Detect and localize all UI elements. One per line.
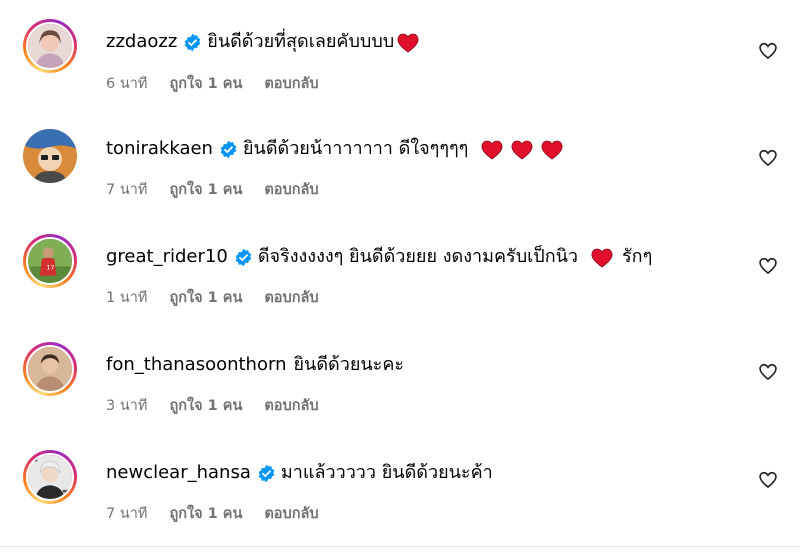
comment-timestamp[interactable]: 7 นาที — [106, 182, 147, 198]
red-heart-emoji-icon — [510, 139, 534, 160]
like-comment-button[interactable] — [758, 256, 778, 276]
reply-button[interactable]: ตอบกลับ — [264, 506, 318, 522]
avatar[interactable] — [26, 345, 74, 393]
comment-item: zzdaozz ยินดีด้วยที่สุดเลยคับบบบ 6 นาที ถ… — [0, 17, 800, 117]
avatar[interactable]: 17 — [26, 237, 74, 285]
comment-text: ยินดีด้วยที่สุดเลยคับบบบ — [207, 31, 395, 52]
svg-text:17: 17 — [46, 263, 54, 271]
comment-timestamp[interactable]: 1 นาที — [106, 290, 147, 306]
heart-outline-icon — [759, 471, 777, 489]
red-heart-emoji-icon — [590, 247, 614, 268]
red-heart-emoji-icon — [396, 32, 420, 53]
comment-item: newclear_hansa มาแล้ววววว ยินดีด้วยนะค้า… — [0, 448, 800, 548]
comment-text: ยินดีด้วยน้าาาาาาา ดีใจๆๆๆๆ — [242, 138, 469, 159]
comment-text-suffix: รักๆ — [622, 246, 653, 267]
comment-text: มาแล้ววววว ยินดีด้วยนะค้า — [280, 462, 493, 483]
reply-button[interactable]: ตอบกลับ — [264, 76, 318, 92]
like-comment-button[interactable] — [758, 148, 778, 168]
comment-like-count[interactable]: ถูกใจ 1 คน — [169, 506, 242, 522]
comment-like-count[interactable]: ถูกใจ 1 คน — [169, 398, 242, 414]
avatar-story-ring[interactable] — [23, 342, 77, 396]
avatar-story-ring[interactable]: 17 — [23, 234, 77, 288]
verified-badge-icon — [234, 248, 253, 267]
like-comment-button[interactable] — [758, 41, 778, 61]
verified-badge-icon — [219, 140, 238, 159]
comment-timestamp[interactable]: 7 นาที — [106, 506, 147, 522]
comment-item: fon_thanasoonthorn ยินดีด้วยนะคะ 3 นาที ถ… — [0, 340, 800, 440]
avatar[interactable] — [26, 453, 74, 501]
verified-badge-icon — [257, 464, 276, 483]
reply-button[interactable]: ตอบกลับ — [264, 290, 318, 306]
red-heart-emoji-icon — [540, 139, 564, 160]
comment-text: ดีจริงงงงงๆ ยินดีด้วยยย งดงามครับเป็กนิว — [257, 246, 579, 267]
comment-timestamp[interactable]: 3 นาที — [106, 398, 147, 414]
comment-text: ยินดีด้วยนะคะ — [293, 354, 405, 375]
verified-badge-icon — [183, 33, 202, 52]
comment-like-count[interactable]: ถูกใจ 1 คน — [169, 290, 242, 306]
comment-username[interactable]: fon_thanasoonthorn — [106, 352, 286, 378]
divider — [0, 546, 800, 547]
red-heart-emoji-icon — [480, 139, 504, 160]
comment-timestamp[interactable]: 6 นาที — [106, 76, 147, 92]
comment-username[interactable]: tonirakkaen — [106, 136, 213, 162]
heart-outline-icon — [759, 42, 777, 60]
heart-outline-icon — [759, 257, 777, 275]
reply-button[interactable]: ตอบกลับ — [264, 398, 318, 414]
avatar-image[interactable] — [23, 129, 77, 183]
avatar-story-ring[interactable] — [23, 19, 77, 73]
avatar[interactable] — [23, 129, 77, 183]
reply-button[interactable]: ตอบกลับ — [264, 182, 318, 198]
heart-outline-icon — [759, 363, 777, 381]
comment-item: tonirakkaen ยินดีด้วยน้าาาาาาา ดีใจๆๆๆๆ … — [0, 124, 800, 224]
comment-username[interactable]: great_rider10 — [106, 244, 228, 270]
comment-like-count[interactable]: ถูกใจ 1 คน — [169, 76, 242, 92]
comment-username[interactable]: zzdaozz — [106, 29, 177, 55]
comment-like-count[interactable]: ถูกใจ 1 คน — [169, 182, 242, 198]
like-comment-button[interactable] — [758, 362, 778, 382]
heart-outline-icon — [759, 149, 777, 167]
comment-username[interactable]: newclear_hansa — [106, 460, 251, 486]
like-comment-button[interactable] — [758, 470, 778, 490]
comment-item: 17 great_rider10 ดีจริงงงงงๆ ยินดีด้วยยย… — [0, 232, 800, 332]
avatar[interactable] — [26, 22, 74, 70]
avatar-story-ring[interactable] — [23, 450, 77, 504]
